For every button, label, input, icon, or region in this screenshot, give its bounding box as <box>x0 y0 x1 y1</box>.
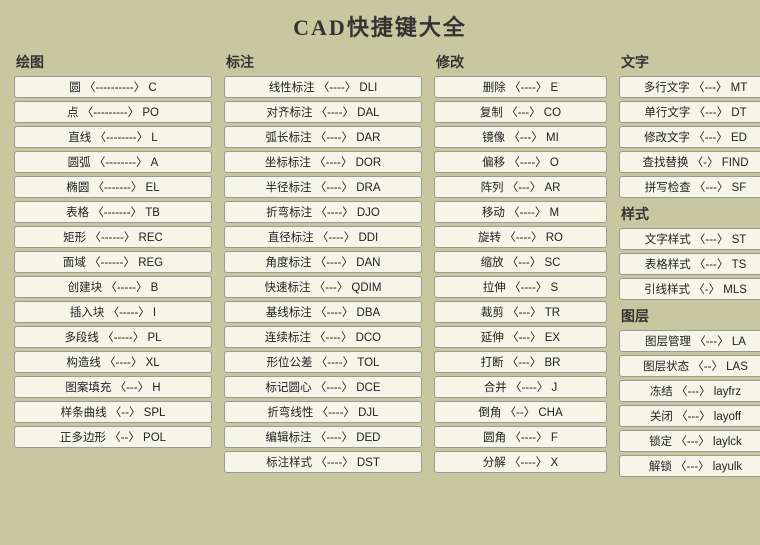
section-modify: 修改 删除 〈----〉 E 复制 〈---〉 CO 镜像 〈---〉 MI 偏移 〈… <box>428 48 613 484</box>
item-text-1[interactable]: 单行文字 〈---〉 DT <box>619 101 760 123</box>
item-annotation-15[interactable]: 标注样式 〈----〉 DST <box>224 451 422 473</box>
section-annotation: 标注 线性标注 〈----〉 DLI 对齐标注 〈----〉 DAL 弧长标注 〈-… <box>218 48 428 484</box>
section-title-annotation: 标注 <box>224 52 422 72</box>
item-annotation-6[interactable]: 直径标注 〈----〉 DDI <box>224 226 422 248</box>
items-modify: 删除 〈----〉 E 复制 〈---〉 CO 镜像 〈---〉 MI 偏移 〈---… <box>434 76 607 473</box>
item-drawing-2[interactable]: 直线 〈--------〉 L <box>14 126 212 148</box>
item-annotation-3[interactable]: 坐标标注 〈----〉 DOR <box>224 151 422 173</box>
item-annotation-5[interactable]: 折弯标注 〈----〉 DJO <box>224 201 422 223</box>
item-drawing-8[interactable]: 创建块 〈-----〉 B <box>14 276 212 298</box>
item-modify-5[interactable]: 移动 〈----〉 M <box>434 201 607 223</box>
items-annotation: 线性标注 〈----〉 DLI 对齐标注 〈----〉 DAL 弧长标注 〈----… <box>224 76 422 473</box>
item-modify-4[interactable]: 阵列 〈---〉 AR <box>434 176 607 198</box>
items-layer: 图层管理 〈---〉 LA 图层状态 〈--〉 LAS 冻结 〈---〉 layfr… <box>619 330 760 477</box>
item-text-4[interactable]: 拼写检查 〈---〉 SF <box>619 176 760 198</box>
section-title-modify: 修改 <box>434 52 607 72</box>
item-drawing-7[interactable]: 面域 〈------〉 REG <box>14 251 212 273</box>
item-modify-7[interactable]: 缩放 〈---〉 SC <box>434 251 607 273</box>
items-text: 多行文字 〈---〉 MT 单行文字 〈---〉 DT 修改文字 〈---〉 ED 查… <box>619 76 760 198</box>
item-layer-5[interactable]: 解锁 〈---〉 layulk <box>619 455 760 477</box>
item-drawing-12[interactable]: 图案填充 〈---〉 H <box>14 376 212 398</box>
item-modify-12[interactable]: 合并 〈----〉 J <box>434 376 607 398</box>
item-annotation-11[interactable]: 形位公差 〈----〉 TOL <box>224 351 422 373</box>
item-annotation-8[interactable]: 快速标注 〈---〉 QDIM <box>224 276 422 298</box>
item-drawing-3[interactable]: 圆弧 〈--------〉 A <box>14 151 212 173</box>
item-text-3[interactable]: 查找替换 〈-〉 FIND <box>619 151 760 173</box>
main-grid: 绘图 圆 〈----------〉 C 点 〈---------〉 PO 直线 〈-… <box>0 48 760 484</box>
item-style-2[interactable]: 引线样式 〈-〉 MLS <box>619 278 760 300</box>
section-title-drawing: 绘图 <box>14 52 212 72</box>
item-annotation-13[interactable]: 折弯线性 〈----〉 DJL <box>224 401 422 423</box>
item-drawing-9[interactable]: 插入块 〈-----〉 I <box>14 301 212 323</box>
item-drawing-13[interactable]: 样条曲线 〈--〉 SPL <box>14 401 212 423</box>
item-modify-14[interactable]: 圆角 〈----〉 F <box>434 426 607 448</box>
item-drawing-4[interactable]: 椭圆 〈-------〉 EL <box>14 176 212 198</box>
section-title-text: 文字 <box>619 52 760 72</box>
item-modify-8[interactable]: 拉伸 〈----〉 S <box>434 276 607 298</box>
item-modify-15[interactable]: 分解 〈----〉 X <box>434 451 607 473</box>
section-title-style: 样式 <box>619 204 760 224</box>
item-modify-3[interactable]: 偏移 〈----〉 O <box>434 151 607 173</box>
section-drawing: 绘图 圆 〈----------〉 C 点 〈---------〉 PO 直线 〈-… <box>8 48 218 484</box>
item-drawing-10[interactable]: 多段线 〈-----〉 PL <box>14 326 212 348</box>
item-modify-10[interactable]: 延伸 〈---〉 EX <box>434 326 607 348</box>
item-annotation-10[interactable]: 连续标注 〈----〉 DCO <box>224 326 422 348</box>
item-annotation-4[interactable]: 半径标注 〈----〉 DRA <box>224 176 422 198</box>
item-annotation-1[interactable]: 对齐标注 〈----〉 DAL <box>224 101 422 123</box>
item-modify-1[interactable]: 复制 〈---〉 CO <box>434 101 607 123</box>
item-layer-2[interactable]: 冻结 〈---〉 layfrz <box>619 380 760 402</box>
section-right: 文字 多行文字 〈---〉 MT 单行文字 〈---〉 DT 修改文字 〈---〉 … <box>613 48 760 484</box>
item-text-0[interactable]: 多行文字 〈---〉 MT <box>619 76 760 98</box>
item-modify-9[interactable]: 裁剪 〈---〉 TR <box>434 301 607 323</box>
item-layer-4[interactable]: 锁定 〈---〉 laylck <box>619 430 760 452</box>
item-drawing-14[interactable]: 正多边形 〈--〉 POL <box>14 426 212 448</box>
items-drawing: 圆 〈----------〉 C 点 〈---------〉 PO 直线 〈----… <box>14 76 212 448</box>
item-drawing-0[interactable]: 圆 〈----------〉 C <box>14 76 212 98</box>
item-text-2[interactable]: 修改文字 〈---〉 ED <box>619 126 760 148</box>
item-drawing-11[interactable]: 构造线 〈----〉 XL <box>14 351 212 373</box>
section-title-layer: 图层 <box>619 306 760 326</box>
item-layer-3[interactable]: 关闭 〈---〉 layoff <box>619 405 760 427</box>
item-modify-2[interactable]: 镜像 〈---〉 MI <box>434 126 607 148</box>
item-drawing-5[interactable]: 表格 〈-------〉 TB <box>14 201 212 223</box>
item-annotation-7[interactable]: 角度标注 〈----〉 DAN <box>224 251 422 273</box>
item-modify-6[interactable]: 旋转 〈----〉 RO <box>434 226 607 248</box>
item-annotation-2[interactable]: 弧长标注 〈----〉 DAR <box>224 126 422 148</box>
item-drawing-1[interactable]: 点 〈---------〉 PO <box>14 101 212 123</box>
item-modify-13[interactable]: 倒角 〈--〉 CHA <box>434 401 607 423</box>
item-style-1[interactable]: 表格样式 〈---〉 TS <box>619 253 760 275</box>
item-annotation-12[interactable]: 标记圆心 〈----〉 DCE <box>224 376 422 398</box>
item-annotation-0[interactable]: 线性标注 〈----〉 DLI <box>224 76 422 98</box>
item-modify-11[interactable]: 打断 〈---〉 BR <box>434 351 607 373</box>
item-modify-0[interactable]: 删除 〈----〉 E <box>434 76 607 98</box>
item-layer-0[interactable]: 图层管理 〈---〉 LA <box>619 330 760 352</box>
item-annotation-14[interactable]: 编辑标注 〈----〉 DED <box>224 426 422 448</box>
page-title: CAD快捷键大全 <box>0 0 760 48</box>
item-annotation-9[interactable]: 基线标注 〈----〉 DBA <box>224 301 422 323</box>
item-layer-1[interactable]: 图层状态 〈--〉 LAS <box>619 355 760 377</box>
item-drawing-6[interactable]: 矩形 〈------〉 REC <box>14 226 212 248</box>
items-style: 文字样式 〈---〉 ST 表格样式 〈---〉 TS 引线样式 〈-〉 MLS <box>619 228 760 300</box>
item-style-0[interactable]: 文字样式 〈---〉 ST <box>619 228 760 250</box>
